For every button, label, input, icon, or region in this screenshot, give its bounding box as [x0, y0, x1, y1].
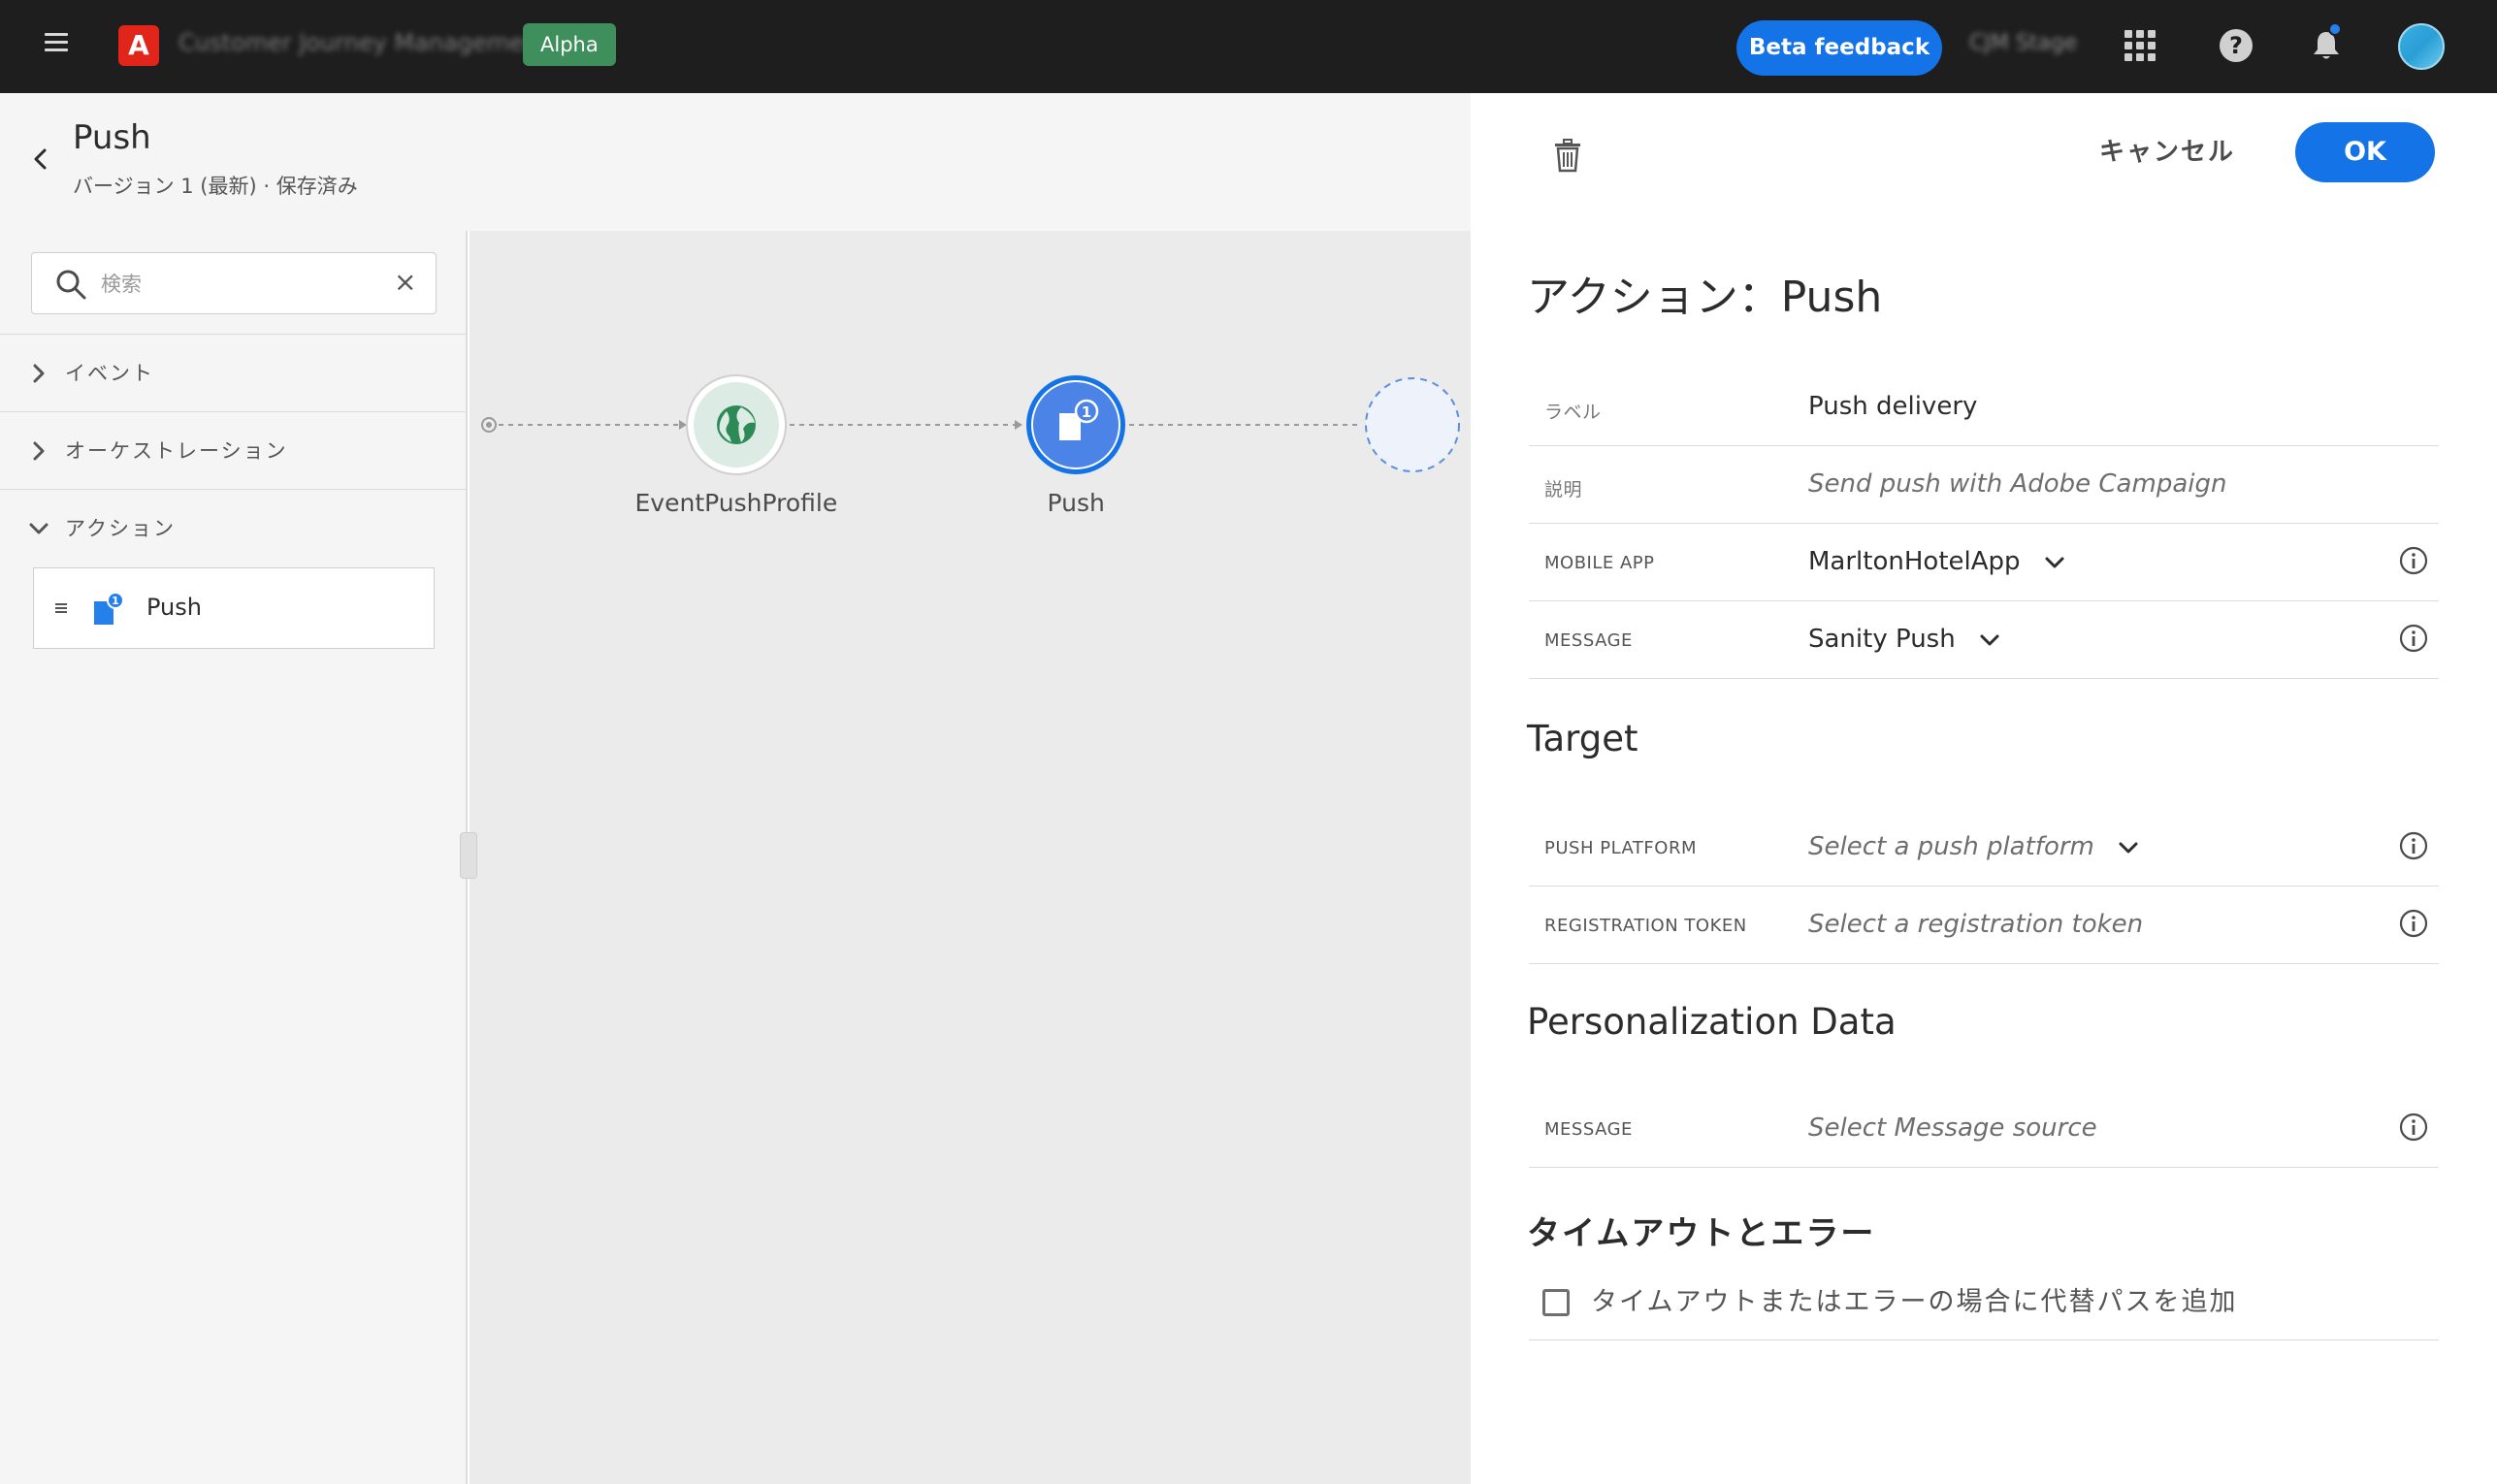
- message-dropdown[interactable]: Sanity Push: [1808, 625, 2000, 654]
- event-node[interactable]: [686, 374, 787, 475]
- chevron-right-icon: [33, 441, 45, 461]
- push-action-node[interactable]: 1: [1026, 375, 1125, 474]
- adobe-logo[interactable]: A: [118, 25, 159, 66]
- clear-search-icon[interactable]: ×: [394, 268, 416, 297]
- app-name[interactable]: Customer Journey Management: [178, 29, 548, 56]
- info-icon[interactable]: [2398, 908, 2429, 939]
- category-actions[interactable]: アクション: [0, 489, 466, 566]
- placeholder-node[interactable]: [1365, 377, 1460, 472]
- field-key: REGISTRATION TOKEN: [1544, 916, 1747, 936]
- push-node-label: Push: [1047, 489, 1105, 517]
- divider: [1529, 1339, 2439, 1340]
- info-icon[interactable]: [2398, 545, 2429, 576]
- back-chevron-icon[interactable]: [29, 145, 50, 173]
- event-node-label: EventPushProfile: [634, 489, 838, 517]
- push-platform-dropdown[interactable]: Select a push platform: [1808, 832, 2139, 861]
- chevron-down-icon: [29, 523, 49, 534]
- info-icon[interactable]: [2398, 1112, 2429, 1143]
- push-node-badge: 1: [1082, 403, 1091, 421]
- info-icon[interactable]: [2398, 830, 2429, 861]
- action-item-push[interactable]: 1 Push: [33, 567, 435, 649]
- push-icon: 1: [94, 592, 124, 625]
- ok-button[interactable]: OK: [2295, 122, 2435, 182]
- push-platform-placeholder: Select a push platform: [1808, 832, 2094, 861]
- drag-handle-icon[interactable]: [55, 603, 67, 615]
- notification-dot: [2328, 22, 2342, 36]
- alternate-path-label[interactable]: タイムアウトまたはエラーの場合に代替パスを追加: [1591, 1280, 2237, 1318]
- chevron-down-icon: [2119, 842, 2138, 853]
- cancel-button[interactable]: キャンセル: [2099, 132, 2235, 168]
- mobile-app-dropdown[interactable]: MarltonHotelApp: [1808, 547, 2065, 576]
- category-orchestration[interactable]: オーケストレーション: [0, 411, 466, 489]
- user-avatar[interactable]: [2398, 23, 2445, 70]
- target-heading: Target: [1527, 718, 1638, 759]
- field-push-platform: PUSH PLATFORM Select a push platform: [1529, 809, 2439, 887]
- push-badge: 1: [112, 595, 119, 607]
- search-icon: [56, 270, 86, 300]
- journey-header: [0, 93, 1471, 231]
- action-item-label: Push: [146, 594, 202, 621]
- chevron-right-icon: [33, 364, 45, 383]
- field-registration-token: REGISTRATION TOKEN Select a registration…: [1529, 887, 2439, 964]
- field-key: 説明: [1544, 479, 1583, 500]
- info-icon[interactable]: [2398, 623, 2429, 654]
- trash-icon[interactable]: [1552, 138, 1583, 173]
- field-label: ラベル Push delivery: [1529, 369, 2439, 446]
- description-input[interactable]: Send push with Adobe Campaign: [1808, 469, 2226, 499]
- field-personalization-message: MESSAGE Select Message source: [1529, 1090, 2439, 1168]
- chevron-down-icon: [2045, 557, 2064, 567]
- journey-title: Push: [73, 118, 151, 157]
- chevron-down-icon: [1980, 634, 1999, 645]
- category-label: オーケストレーション: [65, 439, 288, 463]
- field-key: ラベル: [1544, 402, 1602, 423]
- menu-icon[interactable]: [45, 33, 68, 52]
- field-key: PUSH PLATFORM: [1544, 838, 1697, 858]
- search-input[interactable]: [101, 270, 373, 299]
- message-source-input[interactable]: Select Message source: [1808, 1113, 2097, 1143]
- beta-feedback-button[interactable]: Beta feedback: [1736, 20, 1942, 76]
- panel-title: アクション：Push: [1527, 273, 1883, 322]
- label-input[interactable]: Push delivery: [1808, 392, 1977, 421]
- journey-version: バージョン 1 (最新) · 保存済み: [73, 175, 358, 198]
- field-key: MESSAGE: [1544, 630, 1633, 651]
- timeout-heading: タイムアウトとエラー: [1527, 1214, 1876, 1253]
- environment-badge: Alpha: [523, 23, 616, 66]
- registration-token-input[interactable]: Select a registration token: [1808, 910, 2143, 939]
- category-label: イベント: [65, 362, 154, 385]
- alternate-path-checkbox[interactable]: [1542, 1289, 1570, 1316]
- category-events[interactable]: イベント: [0, 334, 466, 411]
- message-value: Sanity Push: [1808, 625, 1956, 654]
- help-icon[interactable]: ?: [2220, 29, 2253, 62]
- field-key: MOBILE APP: [1544, 553, 1655, 573]
- mobile-app-value: MarltonHotelApp: [1808, 547, 2021, 576]
- category-label: アクション: [65, 517, 176, 540]
- apps-grid-icon[interactable]: [2124, 30, 2156, 61]
- field-description: 説明 Send push with Adobe Campaign: [1529, 446, 2439, 524]
- field-mobile-app: MOBILE APP MarltonHotelApp: [1529, 524, 2439, 601]
- org-switcher[interactable]: CJM Stage: [1969, 31, 2077, 55]
- field-key: MESSAGE: [1544, 1119, 1633, 1140]
- sidebar-resize-handle[interactable]: [460, 832, 477, 879]
- personalization-heading: Personalization Data: [1527, 1001, 1897, 1043]
- field-message: MESSAGE Sanity Push: [1529, 601, 2439, 679]
- journey-flow: 1: [481, 374, 1460, 475]
- globe-icon: [717, 405, 756, 444]
